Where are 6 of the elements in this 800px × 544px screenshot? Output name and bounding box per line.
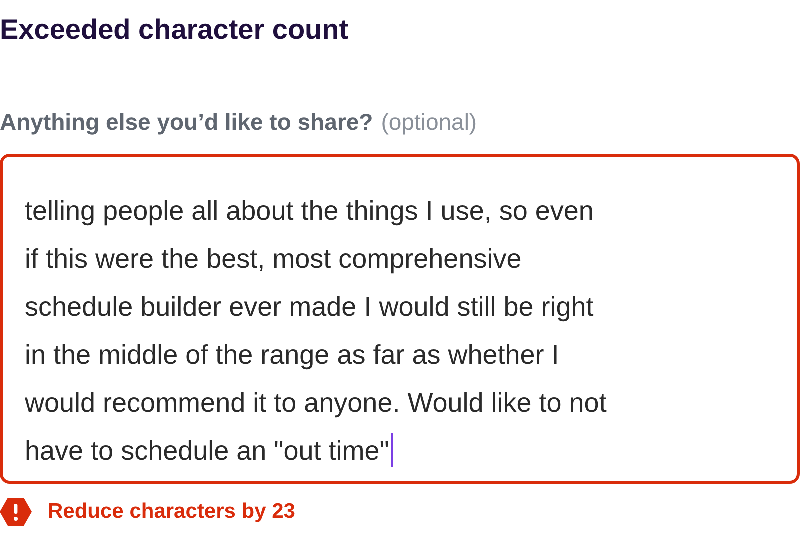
field-label: Anything else you’d like to share? [0,108,374,137]
text-area[interactable]: telling people all about the things I use, so even if this were the best, most comprehensive schedule builder ever made I would still be right in the middle of the range as far as whether I would recommend it to anyone. Would like to not have to schedule an "out time" [0,154,800,484]
error-message: Reduce characters by 23 [48,500,296,524]
page-title: Exceeded character count [0,13,350,47]
error-icon [0,498,32,526]
optional-hint: (optional) [381,108,478,137]
